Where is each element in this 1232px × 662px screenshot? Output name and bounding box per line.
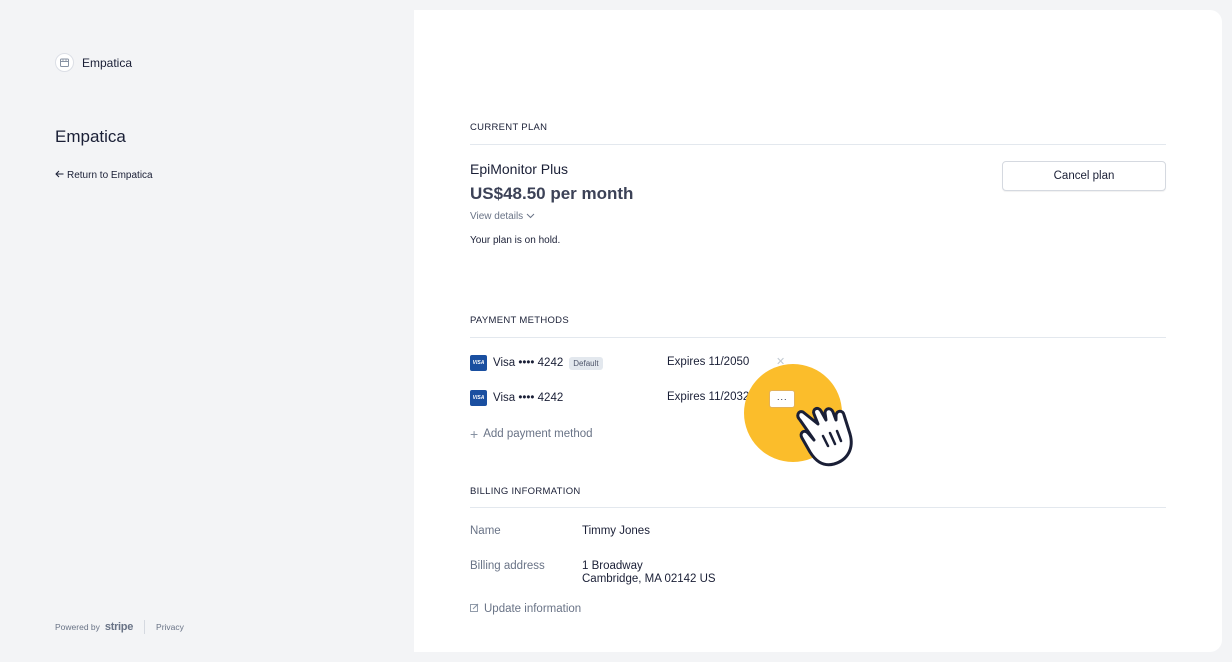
payment-method-row: VISA Visa •••• 4242 (470, 390, 563, 406)
card-masked-number: Visa •••• 4242 (493, 357, 564, 369)
powered-by-label: Powered by (55, 622, 100, 632)
payment-methods-divider (470, 337, 1166, 338)
app-window: Empatica Empatica Return to Empatica Pow… (0, 0, 1232, 662)
pointer-hand-icon (786, 390, 878, 487)
return-link-label: Return to Empatica (67, 170, 153, 181)
store-icon-svg (60, 58, 69, 67)
billing-address-line2: Cambridge, MA 02142 US (582, 573, 716, 585)
current-plan-divider (470, 144, 1166, 145)
billing-address-label: Billing address (470, 560, 545, 572)
stripe-logo[interactable]: stripe (105, 621, 133, 633)
return-link[interactable]: Return to Empatica (55, 170, 153, 181)
plan-status-text: Your plan is on hold. (470, 235, 561, 246)
plan-price: US$48.50 per month (470, 184, 634, 203)
plus-icon: + (470, 426, 479, 442)
card-expiry: Expires 11/2032 (667, 391, 750, 403)
privacy-link[interactable]: Privacy (156, 622, 184, 632)
merchant-title: Empatica (55, 127, 126, 146)
payment-method-row: VISA Visa •••• 4242 Default (470, 355, 603, 371)
add-payment-method-link[interactable]: + Add payment method (470, 426, 593, 442)
card-expiry: Expires 11/2050 (667, 356, 750, 368)
update-information-link[interactable]: Update information (470, 603, 581, 615)
visa-icon: VISA (470, 355, 487, 371)
billing-address-line1: 1 Broadway (582, 560, 643, 572)
name-label: Name (470, 525, 501, 537)
current-plan-heading: CURRENT PLAN (470, 122, 548, 133)
billing-info-heading: BILLING INFORMATION (470, 486, 581, 497)
payment-methods-heading: PAYMENT METHODS (470, 315, 569, 326)
view-details-link[interactable]: View details (470, 211, 535, 222)
cancel-plan-button[interactable]: Cancel plan (1002, 161, 1166, 191)
brand-name: Empatica (82, 55, 133, 70)
visa-icon: VISA (470, 390, 487, 406)
default-badge: Default (569, 356, 603, 370)
update-information-label: Update information (484, 603, 582, 615)
add-payment-method-label: Add payment method (483, 428, 593, 440)
main-panel: CURRENT PLAN EpiMonitor Plus US$48.50 pe… (414, 10, 1222, 652)
chevron-down-icon (526, 211, 535, 222)
card-masked-number: Visa •••• 4242 (493, 392, 564, 404)
footer: Powered by stripe Privacy (55, 620, 184, 634)
footer-divider (144, 620, 146, 634)
brand: Empatica (55, 53, 132, 72)
store-icon (55, 53, 74, 72)
view-details-label: View details (470, 211, 524, 222)
sidebar: Empatica Empatica Return to Empatica Pow… (0, 0, 414, 662)
edit-icon (470, 603, 479, 615)
arrow-left-icon (55, 170, 64, 181)
billing-info-divider (470, 507, 1166, 508)
plan-name: EpiMonitor Plus (470, 161, 569, 177)
name-value: Timmy Jones (582, 525, 650, 537)
